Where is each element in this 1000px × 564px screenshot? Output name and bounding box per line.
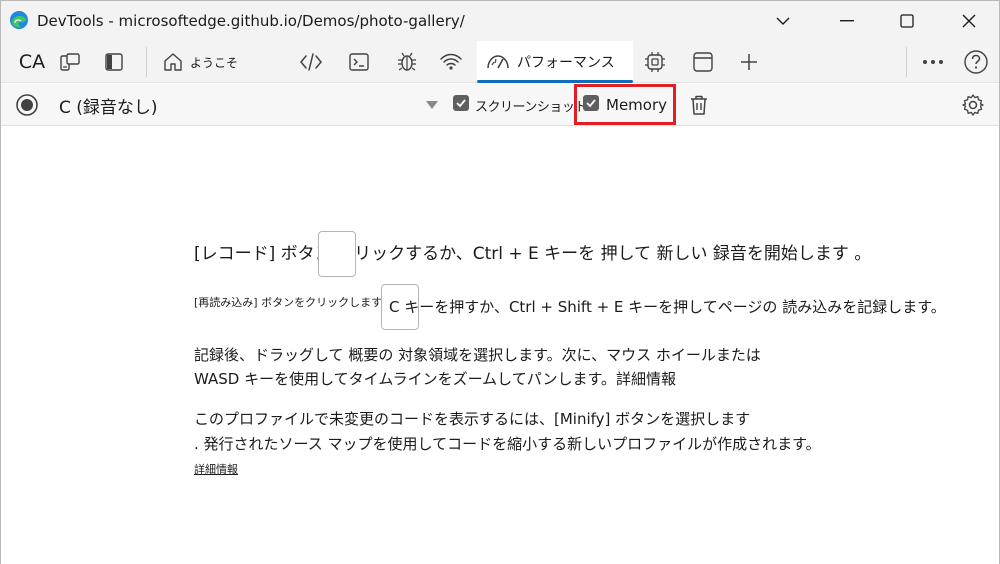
title-bar: DevTools - microsoftedge.github.io/Demos… — [1, 1, 999, 41]
application-icon — [693, 52, 713, 72]
plus-icon — [741, 54, 757, 70]
maximize-icon — [900, 14, 914, 28]
screenshots-label: スクリーンショット — [475, 100, 587, 115]
help-icon — [964, 50, 988, 74]
tab-separator-right — [906, 47, 907, 77]
minify-instructions-1: このプロファイルで未変更のコードを表示するには、[Minify] ボタンを選択し… — [194, 410, 751, 428]
record-instructions: [レコード] ボタン @をクリックするか、Ctrl + E キーを 押して 新し… — [194, 231, 871, 277]
wifi-icon — [440, 53, 462, 70]
record-instructions-prefix: [レコード] ボタン — [194, 244, 332, 264]
device-emulation-button[interactable] — [53, 41, 87, 83]
memory-chip-icon — [645, 52, 665, 72]
window-title: DevTools - microsoftedge.github.io/Demos… — [37, 12, 465, 30]
minimize-icon — [840, 20, 854, 22]
navigation-instructions-1: 記録後、ドラッグして 概要の 対象領域を選択します。次に、マウス ホイールまたは — [194, 346, 761, 364]
minimize-button[interactable] — [817, 1, 877, 41]
help-button[interactable] — [957, 41, 995, 83]
close-button[interactable] — [939, 1, 999, 41]
tab-welcome[interactable]: ようこそ — [156, 41, 266, 83]
tab-memory[interactable] — [637, 41, 673, 83]
memory-highlight-box — [574, 84, 676, 125]
tab-application[interactable] — [685, 41, 721, 83]
tab-welcome-label: ようこそ — [190, 55, 239, 70]
tab-performance[interactable]: パフォーマンス — [477, 41, 633, 83]
profile-select-label: C (録音なし) — [59, 98, 158, 118]
home-icon — [164, 53, 182, 71]
minify-instructions-2: . 発行されたソース マップを使用してコードを縮小する新しいプロファイルが作成さ… — [194, 435, 821, 453]
triangle-down-icon[interactable] — [425, 98, 439, 112]
devtools-window: DevTools - microsoftedge.github.io/Demos… — [0, 0, 1000, 564]
reload-instructions-prefix: [再読み込み] ボタンをクリックします — [194, 296, 383, 309]
ca-text: CA — [18, 51, 46, 73]
record-instructions-suffix: をクリックするか、Ctrl + E キーを 押して 新しい 録音を開始します 。 — [320, 244, 872, 264]
ca-label: CA — [11, 41, 53, 83]
edge-logo-icon — [10, 11, 28, 29]
bug-icon — [398, 52, 416, 71]
record-icon[interactable] — [15, 93, 39, 117]
reload-instructions-suffix: C キーを押すか、Ctrl + Shift + E キーを押してページの 読み込… — [389, 298, 946, 316]
record-keycap — [318, 231, 357, 277]
console-icon — [349, 53, 369, 71]
chevron-down-icon — [776, 17, 790, 25]
maximize-button[interactable] — [877, 1, 937, 41]
add-tool-button[interactable] — [731, 41, 767, 83]
tool-tab-bar: CA ようこそ パフォーマンス — [1, 41, 999, 83]
gear-icon[interactable] — [961, 93, 985, 117]
more-tools-button[interactable] — [915, 41, 951, 83]
dropdown-button[interactable] — [753, 1, 813, 41]
screenshots-checkbox[interactable] — [453, 95, 469, 111]
trash-icon[interactable] — [687, 93, 711, 117]
more-horizontal-icon — [923, 60, 943, 64]
tab-performance-label: パフォーマンス — [517, 55, 615, 71]
performance-icon — [487, 55, 509, 69]
tab-separator — [146, 47, 147, 77]
elements-icon — [300, 53, 322, 71]
device-emulation-icon — [60, 53, 80, 71]
tab-network[interactable] — [433, 41, 469, 83]
sidebar-layout-icon — [105, 53, 123, 71]
performance-toolbar: C (録音なし) スクリーンショット Memory — [1, 84, 999, 126]
tab-sources[interactable] — [389, 41, 425, 83]
learn-more-link[interactable]: 詳細情報 — [194, 461, 238, 477]
navigation-instructions-2: WASD キーを使用してタイムラインをズームしてパンします。詳細情報 — [194, 370, 676, 388]
tab-elements[interactable] — [293, 41, 329, 83]
dock-side-button[interactable] — [97, 41, 131, 83]
close-icon — [962, 14, 976, 28]
tab-console[interactable] — [341, 41, 377, 83]
checkmark-icon — [456, 99, 466, 108]
selected-tab-indicator — [477, 80, 633, 83]
performance-landing-panel: [レコード] ボタン @をクリックするか、Ctrl + E キーを 押して 新し… — [1, 126, 999, 564]
